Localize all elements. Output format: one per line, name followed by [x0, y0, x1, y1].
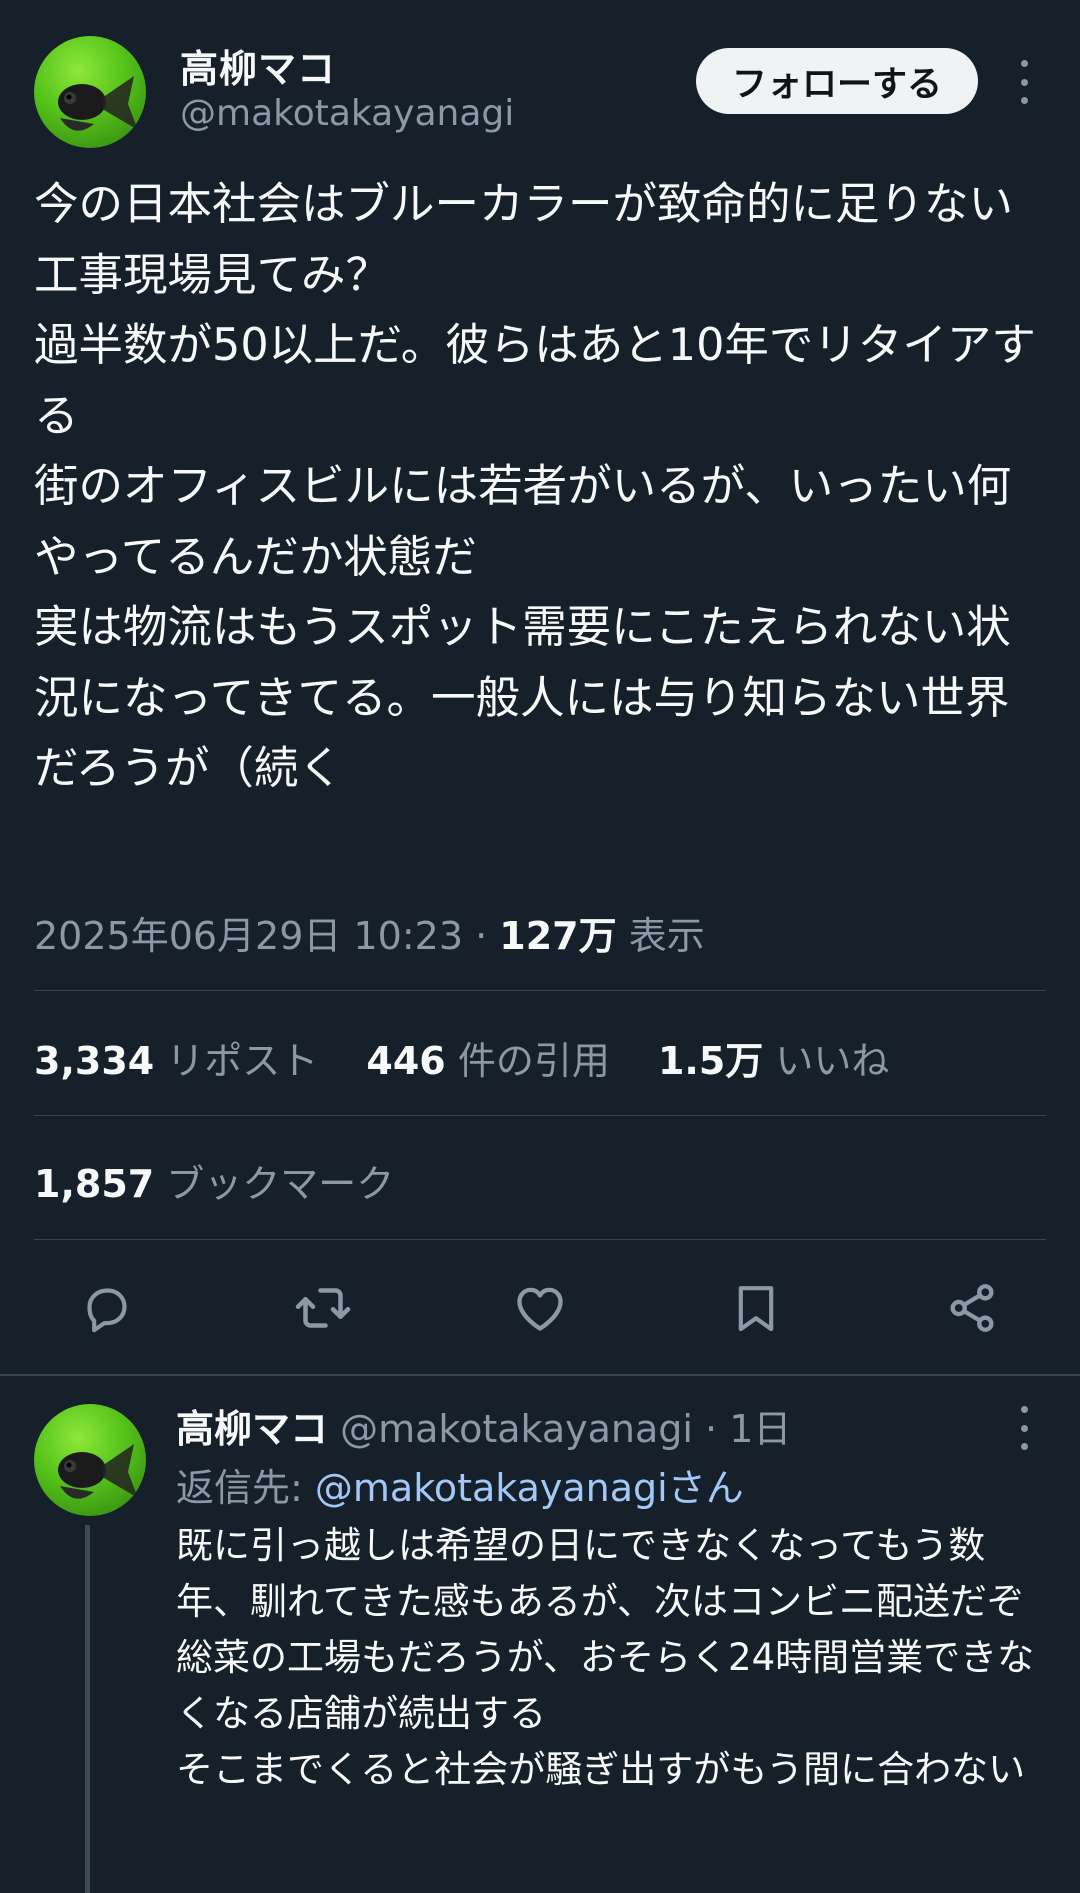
- more-options-icon[interactable]: [1009, 60, 1039, 104]
- share-icon[interactable]: [939, 1275, 1005, 1341]
- reply-more-options-icon[interactable]: [1009, 1406, 1039, 1450]
- likes-label: いいね: [775, 1039, 890, 1083]
- follow-button[interactable]: フォローする: [696, 48, 978, 114]
- likes-stat[interactable]: 1.5万 いいね: [658, 1030, 889, 1085]
- goldfish-icon: [58, 76, 138, 131]
- tweet-timestamp[interactable]: 2025年06月29日 10:23: [34, 914, 463, 958]
- reply-to-prefix: 返信先:: [176, 1466, 315, 1510]
- bookmarks-count: 1,857: [34, 1162, 155, 1206]
- tweet-meta: 2025年06月29日 10:23 · 127万 表示: [34, 905, 705, 960]
- retweets-stat[interactable]: 3,334 リポスト: [34, 1030, 318, 1085]
- bookmark-icon[interactable]: [723, 1275, 789, 1341]
- reply-to-line: 返信先: @makotakayanagiさん: [176, 1457, 744, 1512]
- reply-to-mention[interactable]: @makotakayanagiさん: [315, 1466, 744, 1510]
- quotes-label: 件の引用: [457, 1039, 610, 1083]
- section-divider: [0, 1374, 1080, 1376]
- goldfish-icon: [58, 1444, 138, 1499]
- bookmarks-stat[interactable]: 1,857 ブックマーク: [34, 1153, 394, 1208]
- meta-separator: ·: [463, 914, 500, 958]
- reply-author-avatar[interactable]: [34, 1404, 146, 1516]
- author-avatar[interactable]: [34, 36, 146, 148]
- author-name[interactable]: 高柳マコ: [180, 38, 336, 93]
- thread-line: [85, 1525, 90, 1893]
- reply-icon[interactable]: [74, 1275, 140, 1341]
- action-bar: [0, 1275, 1080, 1341]
- divider: [34, 1239, 1046, 1240]
- views-count: 127万: [499, 914, 617, 958]
- like-icon[interactable]: [507, 1275, 573, 1341]
- reply-author-handle[interactable]: @makotakayanagi: [340, 1407, 693, 1451]
- reply-header: 高柳マコ @makotakayanagi · 1日: [176, 1398, 791, 1453]
- bookmarks-label: ブックマーク: [166, 1162, 395, 1206]
- reply-author-name[interactable]: 高柳マコ: [176, 1407, 328, 1451]
- views-label: 表示: [628, 914, 705, 958]
- retweets-count: 3,334: [34, 1039, 155, 1083]
- retweets-label: リポスト: [166, 1039, 319, 1083]
- tweet-detail-page: 高柳マコ @makotakayanagi フォローする 今の日本社会はブルーカラ…: [0, 0, 1080, 1893]
- reply-text: 既に引っ越しは希望の日にできなくなってもう数年、馴れてきた感もあるが、次はコンビ…: [176, 1524, 1035, 1791]
- reply-time[interactable]: · 1日: [693, 1407, 791, 1451]
- likes-count: 1.5万: [657, 1039, 764, 1083]
- author-handle[interactable]: @makotakayanagi: [180, 93, 514, 134]
- tweet-text: 今の日本社会はブルーカラーが致命的に足りない 工事現場見てみ？ 過半数が50以上…: [34, 179, 1036, 794]
- quotes-stat[interactable]: 446 件の引用: [366, 1030, 609, 1085]
- divider: [34, 1115, 1046, 1116]
- retweet-icon[interactable]: [290, 1275, 356, 1341]
- engagement-stats: 3,334 リポスト 446 件の引用 1.5万 いいね: [34, 1030, 925, 1085]
- quotes-count: 446: [366, 1039, 446, 1083]
- divider: [34, 990, 1046, 991]
